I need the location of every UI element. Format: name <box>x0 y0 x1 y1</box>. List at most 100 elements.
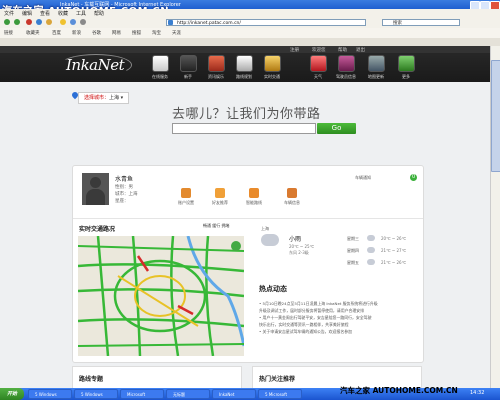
nav-news[interactable]: 资讯娱乐 <box>204 55 228 81</box>
exit-link[interactable]: 退出 <box>356 47 365 53</box>
car-icon <box>287 188 297 198</box>
weather-panel: 上海 小雨 20℃ ~ 25℃ 东风 2-3级 星期三 20℃ ~ 26℃ 星期… <box>259 226 419 281</box>
action-label: 车辆信息 <box>284 200 300 205</box>
news-item[interactable]: 升级及调试工作，届时部分服务将暂停使用，请用户合理安排 <box>259 307 419 314</box>
nav-weather[interactable]: 天气 <box>306 55 330 81</box>
menu-tools[interactable]: 工具 <box>76 10 86 17</box>
chevron-down-icon: ▾ <box>120 95 124 101</box>
home-icon[interactable] <box>46 19 52 25</box>
traffic-icon <box>263 55 281 72</box>
destination-input[interactable] <box>172 123 316 134</box>
menu-view[interactable]: 查看 <box>40 10 50 17</box>
register-link[interactable]: 注册 <box>290 47 299 53</box>
ai-icon <box>249 188 259 198</box>
taskbar-item[interactable]: 5 Windows <box>28 389 72 399</box>
forward-icon[interactable] <box>14 19 20 25</box>
smart-route-button[interactable]: 智能路线 <box>239 188 269 206</box>
nav-driver-info[interactable]: 驾驶员信息 <box>334 55 358 81</box>
stop-icon[interactable] <box>26 19 32 25</box>
city-label: 选择城市： <box>84 95 110 101</box>
weather-temp: 20℃ ~ 25℃ <box>289 244 315 249</box>
weather-condition: 小雨 <box>289 236 302 243</box>
news-icon <box>207 55 225 72</box>
nav-label: 路线规划 <box>236 74 252 79</box>
cloud-icon <box>367 259 375 265</box>
site-logo[interactable]: InkaNet <box>66 56 125 74</box>
traffic-map[interactable] <box>78 236 244 356</box>
route-topics-title: 路线专题 <box>79 376 104 383</box>
hot-recommend-title: 热门关注推荐 <box>259 376 296 383</box>
link-item[interactable]: 谷歌 <box>92 30 101 36</box>
vehicle-info-button[interactable]: 车辆信息 <box>277 188 307 206</box>
window-title: InkaNet - 车载互联网 - Microsoft Internet Exp… <box>60 2 181 8</box>
taskbar-item[interactable]: InkaNet <box>212 389 256 399</box>
nav-label: 新手 <box>184 74 192 79</box>
scrollbar-thumb[interactable] <box>491 60 500 172</box>
account-settings-button[interactable]: 账户设置 <box>171 188 201 206</box>
action-label: 好友推荐 <box>212 200 228 205</box>
clock: 14:32 <box>470 390 485 396</box>
news-title: 热点动态 <box>259 285 287 293</box>
nav-label: 地图更新 <box>368 74 384 79</box>
print-icon[interactable] <box>80 19 86 25</box>
news-item[interactable]: 快乐出行，实时交通等资讯一路相伴，共享美好旅程 <box>259 321 419 328</box>
history-icon[interactable] <box>70 19 76 25</box>
link-item[interactable]: 收藏夹 <box>26 30 40 36</box>
search-input[interactable]: 搜索 <box>382 19 460 26</box>
taskbar-item[interactable]: 无标题 <box>166 389 210 399</box>
city-select[interactable]: 选择城市：上海 ▾ <box>78 92 130 104</box>
notice-count: 0 <box>412 174 416 180</box>
traffic-legend: 畅通 缓行 拥堵 <box>203 223 230 228</box>
menu-help[interactable]: 帮助 <box>94 10 104 17</box>
help-link[interactable]: 帮助 <box>338 47 347 53</box>
link-item[interactable]: 天涯 <box>172 30 181 36</box>
nav-label: 在线服务 <box>152 74 168 79</box>
notice-count-badge[interactable]: 0 <box>410 174 417 181</box>
menu-file[interactable]: 文件 <box>4 10 14 17</box>
service-icon <box>151 55 169 72</box>
vehicle-notice-label: 车辆通知 <box>355 175 371 180</box>
link-item[interactable]: 搜狐 <box>132 30 141 36</box>
plus-icon <box>215 188 225 198</box>
nav-route[interactable]: 路线规划 <box>232 55 256 81</box>
address-input[interactable]: http://inkanet.patac.com.cn/ <box>166 19 366 26</box>
link-item[interactable]: 新浪 <box>72 30 81 36</box>
nav-label: 更多 <box>402 74 410 79</box>
avatar[interactable] <box>82 173 109 205</box>
news-item[interactable]: • 用户十一黄金周出行驾驶平安，安吉星陪您一路同行，安全驾驶 <box>259 314 419 321</box>
go-button[interactable]: Go <box>317 123 356 134</box>
taskbar-item[interactable]: Microsoft <box>120 389 164 399</box>
start-button[interactable]: 开始 <box>0 388 24 400</box>
friend-recommend-button[interactable]: 好友推荐 <box>205 188 235 206</box>
forecast-temp: 20℃ ~ 26℃ <box>381 236 407 241</box>
nav-more[interactable]: 更多 <box>394 55 418 81</box>
nav-newbie[interactable]: 新手 <box>176 55 200 81</box>
nav-map-update[interactable]: 地图更新 <box>364 55 388 81</box>
user-city: 城市：上海 <box>115 192 138 197</box>
route-icon <box>235 55 253 72</box>
back-icon[interactable] <box>4 19 10 25</box>
taskbar-item[interactable]: 5 Microsoft <box>258 389 302 399</box>
menu-favorites[interactable]: 收藏 <box>58 10 68 17</box>
refresh-icon[interactable] <box>36 19 42 25</box>
page-slogan: 去哪儿？让我们为你带路 <box>172 107 321 122</box>
forecast-day: 星期三 <box>347 236 359 241</box>
nav-traffic[interactable]: 实时交通 <box>260 55 284 81</box>
site-header: 注册 欢迎您 帮助 退出 InkaNet 在线服务 新手 资讯娱乐 路线规划 实… <box>0 46 500 82</box>
user-name[interactable]: 水青鱼 <box>115 174 133 183</box>
link-item[interactable]: 网易 <box>112 30 121 36</box>
map-icon <box>367 55 385 72</box>
newbie-icon <box>179 55 197 72</box>
nav-label: 实时交通 <box>264 74 280 79</box>
news-panel: 热点动态 • 5月10日晚24点至5月11日凌晨上海 InkaNet 服务系统将… <box>259 284 419 335</box>
news-item[interactable]: • 关于申请安吉星试驾车辆的通知公告，欢迎报名参加 <box>259 328 419 335</box>
city-value: 上海 <box>109 95 120 101</box>
menu-edit[interactable]: 编辑 <box>22 10 32 17</box>
window-titlebar: 汽车之家 AUTOHOME.COM.CN InkaNet - 车载互联网 - M… <box>0 0 500 17</box>
taskbar-item[interactable]: 5 Windows <box>74 389 118 399</box>
nav-online-service[interactable]: 在线服务 <box>148 55 172 81</box>
news-item[interactable]: • 5月10日晚24点至5月11日凌晨上海 InkaNet 服务系统将进行升级 <box>259 300 419 307</box>
link-item[interactable]: 淘宝 <box>152 30 161 36</box>
favorites-icon[interactable] <box>60 19 66 25</box>
link-item[interactable]: 百度 <box>52 30 61 36</box>
